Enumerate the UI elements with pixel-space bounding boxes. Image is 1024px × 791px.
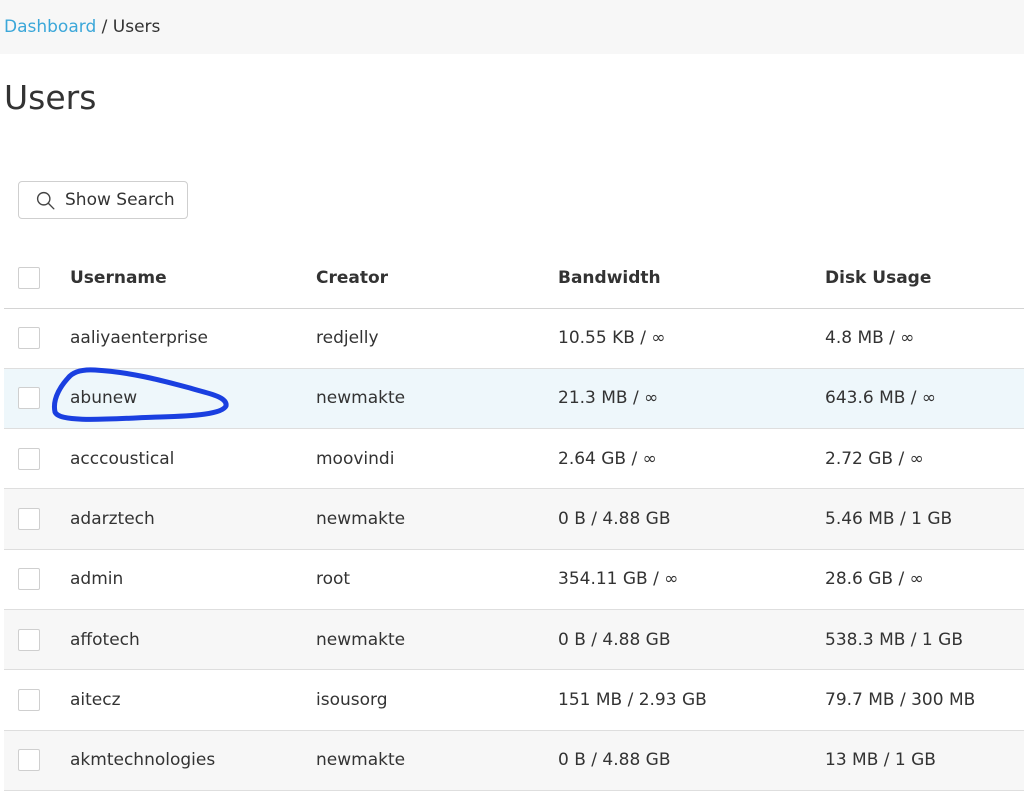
bandwidth-cell: 0 B / 4.88 GB [558, 750, 671, 771]
users-table: Username Creator Bandwidth Disk Usage aa… [4, 248, 1024, 791]
creator-cell: redjelly [316, 328, 379, 349]
table-header-row: Username Creator Bandwidth Disk Usage [4, 248, 1024, 308]
disk-usage-cell: 13 MB / 1 GB [825, 750, 936, 771]
row-checkbox[interactable] [18, 447, 40, 470]
bandwidth-cell: 0 B / 4.88 GB [558, 629, 671, 650]
search-icon [36, 191, 55, 210]
table-row[interactable]: acccoustical moovindi 2.64 GB / ∞ 2.72 G… [4, 429, 1024, 489]
bandwidth-cell: 2.64 GB / ∞ [558, 448, 657, 469]
disk-usage-cell: 4.8 MB / ∞ [825, 328, 915, 349]
disk-usage-cell: 538.3 MB / 1 GB [825, 629, 963, 650]
creator-cell: root [316, 569, 351, 590]
disk-usage-cell: 5.46 MB / 1 GB [825, 509, 953, 530]
column-header-creator[interactable]: Creator [316, 248, 558, 308]
row-checkbox[interactable] [18, 568, 40, 591]
column-header-bandwidth[interactable]: Bandwidth [558, 248, 825, 308]
disk-usage-cell: 28.6 GB / ∞ [825, 569, 924, 590]
row-checkbox[interactable] [18, 749, 40, 772]
select-all-checkbox[interactable] [18, 266, 40, 289]
table-row[interactable]: affotech newmakte 0 B / 4.88 GB 538.3 MB… [4, 609, 1024, 670]
bandwidth-cell: 0 B / 4.88 GB [558, 509, 671, 530]
page-title: Users [4, 78, 97, 117]
username-cell[interactable]: abunew [70, 368, 316, 428]
row-checkbox[interactable] [18, 327, 40, 350]
bandwidth-cell: 151 MB / 2.93 GB [558, 689, 707, 710]
breadcrumb-current: Users [112, 17, 161, 37]
disk-usage-cell: 643.6 MB / ∞ [825, 388, 937, 409]
breadcrumb-separator: / [96, 17, 113, 37]
breadcrumb: Dashboard / Users [0, 0, 1024, 54]
table-row[interactable]: aaliyaenterprise redjelly 10.55 KB / ∞ 4… [4, 308, 1024, 369]
username-cell[interactable]: affotech [70, 609, 316, 669]
username-cell[interactable]: akmtechnologies [70, 730, 316, 790]
creator-cell: newmakte [316, 388, 406, 409]
disk-usage-cell: 2.72 GB / ∞ [825, 448, 924, 469]
username-cell[interactable]: acccoustical [70, 429, 316, 489]
table-row[interactable]: admin root 354.11 GB / ∞ 28.6 GB / ∞ [4, 549, 1024, 610]
bandwidth-cell: 21.3 MB / ∞ [558, 388, 659, 409]
creator-cell: newmakte [316, 629, 406, 650]
username-cell[interactable]: aitecz [70, 670, 316, 730]
show-search-button[interactable]: Show Search [18, 181, 188, 219]
column-header-username[interactable]: Username [70, 248, 316, 308]
disk-usage-cell: 79.7 MB / 300 MB [825, 689, 976, 710]
table-row[interactable]: aitecz isousorg 151 MB / 2.93 GB 79.7 MB… [4, 670, 1024, 731]
creator-cell: isousorg [316, 689, 388, 710]
table-row[interactable]: abunew newmakte 21.3 MB / ∞ 643.6 MB / ∞ [4, 368, 1024, 429]
username-cell[interactable]: admin [70, 549, 316, 609]
username-cell[interactable]: adarztech [70, 489, 316, 549]
bandwidth-cell: 10.55 KB / ∞ [558, 328, 666, 349]
breadcrumb-dashboard-link[interactable]: Dashboard [4, 17, 96, 37]
row-checkbox[interactable] [18, 628, 40, 651]
table-row[interactable]: adarztech newmakte 0 B / 4.88 GB 5.46 MB… [4, 488, 1024, 550]
table-row[interactable]: akmtechnologies newmakte 0 B / 4.88 GB 1… [4, 730, 1024, 791]
creator-cell: moovindi [316, 448, 395, 469]
bandwidth-cell: 354.11 GB / ∞ [558, 569, 679, 590]
creator-cell: newmakte [316, 750, 406, 771]
username-cell[interactable]: aaliyaenterprise [70, 308, 316, 368]
row-checkbox[interactable] [18, 387, 40, 410]
creator-cell: newmakte [316, 509, 406, 530]
row-checkbox[interactable] [18, 688, 40, 711]
show-search-label: Show Search [65, 190, 175, 210]
column-header-disk-usage[interactable]: Disk Usage [825, 248, 1024, 308]
row-checkbox[interactable] [18, 508, 40, 531]
